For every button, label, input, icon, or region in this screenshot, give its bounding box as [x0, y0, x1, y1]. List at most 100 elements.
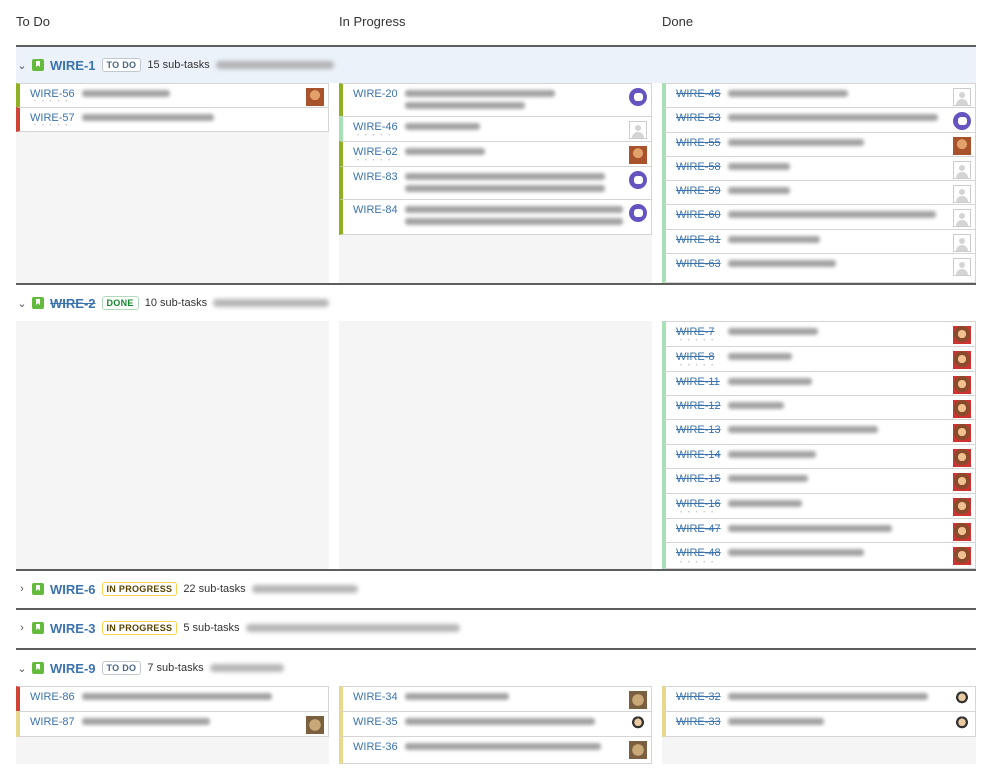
issue-card[interactable]: WIRE-84 [339, 199, 652, 235]
issue-card[interactable]: WIRE-13 [662, 419, 976, 445]
issue-key[interactable]: WIRE-53 [676, 112, 721, 124]
redacted-summary [728, 426, 878, 433]
chevron-down-icon[interactable]: ⌄ [16, 59, 28, 72]
issue-card[interactable]: WIRE-59 [662, 180, 976, 205]
status-badge: DONE [101, 296, 139, 310]
rating-dots: • • • • • [34, 123, 70, 129]
issue-card[interactable]: WIRE-60 [662, 204, 976, 230]
issue-card[interactable]: WIRE-16 • • • • • [662, 493, 976, 519]
subtask-count: 5 sub-tasks [183, 622, 240, 634]
issue-key[interactable]: WIRE-20 [353, 88, 398, 100]
redacted-summary [405, 206, 623, 213]
issue-card[interactable]: WIRE-55 [662, 132, 976, 157]
avatar [953, 185, 971, 203]
issue-key[interactable]: WIRE-46 [353, 121, 398, 133]
issue-card[interactable]: WIRE-20 [339, 83, 652, 117]
swimlane-header-wire-3[interactable]: › WIRE-3 IN PROGRESS 5 sub-tasks [16, 610, 976, 646]
issue-key[interactable]: WIRE-83 [353, 171, 398, 183]
issue-key[interactable]: WIRE-7 [676, 326, 715, 338]
chevron-right-icon[interactable]: › [16, 583, 28, 595]
issue-key[interactable]: WIRE-8 [676, 351, 715, 363]
issue-key[interactable]: WIRE-84 [353, 204, 398, 216]
column-cell-todo: WIRE-86 WIRE-87 [16, 686, 329, 764]
issue-card[interactable]: WIRE-47 [662, 518, 976, 543]
issue-card[interactable]: WIRE-11 [662, 371, 976, 396]
issue-key[interactable]: WIRE-60 [676, 209, 721, 221]
issue-key[interactable]: WIRE-62 [353, 146, 398, 158]
issue-card[interactable]: WIRE-45 [662, 83, 976, 108]
issue-card[interactable]: WIRE-63 [662, 253, 976, 283]
redacted-summary [405, 123, 480, 130]
chevron-down-icon[interactable]: ⌄ [16, 297, 28, 310]
avatar [953, 716, 971, 734]
rating-dots: • • • • • [357, 133, 393, 139]
issue-card[interactable]: WIRE-34 [339, 686, 652, 712]
issue-key[interactable]: WIRE-35 [353, 716, 398, 728]
issue-key[interactable]: WIRE-61 [676, 234, 721, 246]
issue-card[interactable]: WIRE-8 • • • • • [662, 346, 976, 372]
issue-card[interactable]: WIRE-32 [662, 686, 976, 712]
issue-card[interactable]: WIRE-62 • • • • • [339, 141, 652, 167]
column-header-todo: To Do [16, 14, 50, 29]
issue-key[interactable]: WIRE-32 [676, 691, 721, 703]
redacted-summary [405, 743, 601, 750]
status-badge: TO DO [101, 58, 142, 72]
issue-card[interactable]: WIRE-7 • • • • • [662, 321, 976, 347]
issue-key[interactable]: WIRE-58 [676, 161, 721, 173]
parent-issue-key[interactable]: WIRE-1 [50, 58, 96, 73]
issue-key[interactable]: WIRE-55 [676, 137, 721, 149]
issue-key[interactable]: WIRE-47 [676, 523, 721, 535]
issue-card[interactable]: WIRE-36 [339, 736, 652, 764]
issue-key[interactable]: WIRE-15 [676, 473, 721, 485]
issue-card[interactable]: WIRE-12 [662, 395, 976, 420]
issue-card[interactable]: WIRE-15 [662, 468, 976, 494]
issue-key[interactable]: WIRE-16 [676, 498, 721, 510]
issue-card[interactable]: WIRE-35 [339, 711, 652, 737]
redacted-summary [728, 187, 790, 194]
issue-card[interactable]: WIRE-53 [662, 107, 976, 133]
swimlane-header-wire-2[interactable]: ⌄ WIRE-2 DONE 10 sub-tasks [16, 285, 976, 321]
issue-key[interactable]: WIRE-34 [353, 691, 398, 703]
issue-card[interactable]: WIRE-14 [662, 444, 976, 469]
issue-card[interactable]: WIRE-83 [339, 166, 652, 200]
issue-key[interactable]: WIRE-14 [676, 449, 721, 461]
avatar [629, 88, 647, 106]
issue-card[interactable]: WIRE-57 • • • • • [16, 107, 329, 132]
issue-card[interactable]: WIRE-46 • • • • • [339, 116, 652, 142]
avatar [953, 691, 971, 709]
swimlane-header-wire-9[interactable]: ⌄ WIRE-9 TO DO 7 sub-tasks [16, 650, 976, 686]
issue-key[interactable]: WIRE-36 [353, 741, 398, 753]
chevron-down-icon[interactable]: ⌄ [16, 662, 28, 675]
redacted-summary [728, 163, 790, 170]
issue-card[interactable]: WIRE-86 [16, 686, 329, 712]
parent-issue-key[interactable]: WIRE-6 [50, 582, 96, 597]
chevron-right-icon[interactable]: › [16, 622, 28, 634]
issue-card[interactable]: WIRE-61 [662, 229, 976, 254]
issue-key[interactable]: WIRE-13 [676, 424, 721, 436]
issue-card[interactable]: WIRE-56 • • • • • [16, 83, 329, 108]
parent-issue-key[interactable]: WIRE-3 [50, 621, 96, 636]
issue-key[interactable]: WIRE-86 [30, 691, 75, 703]
issue-card[interactable]: WIRE-87 [16, 711, 329, 737]
redacted-summary [405, 218, 623, 225]
swimlane-header-wire-6[interactable]: › WIRE-6 IN PROGRESS 22 sub-tasks [16, 571, 976, 607]
issue-key[interactable]: WIRE-63 [676, 258, 721, 270]
issue-card[interactable]: WIRE-58 [662, 156, 976, 181]
issue-key[interactable]: WIRE-11 [676, 376, 720, 388]
rating-dots: • • • • • [680, 510, 716, 516]
issue-key[interactable]: WIRE-33 [676, 716, 721, 728]
issue-key[interactable]: WIRE-12 [676, 400, 721, 412]
issue-key[interactable]: WIRE-48 [676, 547, 721, 559]
swimlane-header-wire-1[interactable]: ⌄ WIRE-1 TO DO 15 sub-tasks [16, 47, 976, 83]
issue-key[interactable]: WIRE-59 [676, 185, 721, 197]
issue-key[interactable]: WIRE-45 [676, 88, 721, 100]
issue-key[interactable]: WIRE-87 [30, 716, 75, 728]
parent-issue-key[interactable]: WIRE-2 [50, 296, 96, 311]
avatar [953, 326, 971, 344]
issue-card[interactable]: WIRE-48 • • • • • [662, 542, 976, 569]
story-icon [32, 59, 44, 71]
parent-issue-key[interactable]: WIRE-9 [50, 661, 96, 676]
issue-card[interactable]: WIRE-33 [662, 711, 976, 737]
avatar [953, 88, 971, 106]
redacted-summary [405, 148, 485, 155]
